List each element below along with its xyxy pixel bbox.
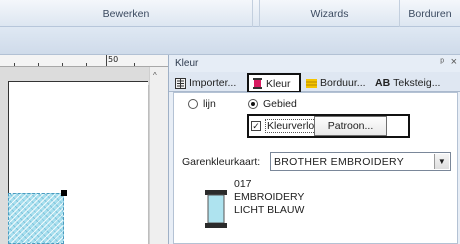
horizontal-ruler: 50: [0, 55, 168, 67]
tab-teksteig-label: Teksteig...: [393, 77, 441, 89]
thread-chart-label: Garenkleurkaart:: [182, 156, 261, 168]
ribbon: [0, 27, 460, 55]
tab-borduur[interactable]: Borduur...: [303, 74, 369, 92]
vertical-scrollbar[interactable]: ^: [149, 67, 168, 244]
scroll-up-icon[interactable]: ^: [153, 71, 157, 80]
text-ab-icon: AB: [375, 77, 391, 89]
gradient-checkbox[interactable]: ✓: [251, 121, 261, 131]
selection-handle[interactable]: [61, 190, 67, 196]
tab-borduur-label: Borduur...: [320, 77, 366, 89]
pin-icon[interactable]: ᵖ: [440, 57, 444, 68]
thread-spool-icon[interactable]: [205, 190, 227, 228]
menu-tab-borduren[interactable]: Borduren: [400, 0, 460, 27]
color-spool-icon: [252, 78, 263, 89]
radio-gebied-circle[interactable]: [248, 99, 258, 109]
radio-lijn-label: lijn: [203, 98, 216, 110]
radio-gebied-label: Gebied: [263, 98, 297, 110]
embroidery-icon: [306, 78, 317, 89]
radio-lijn[interactable]: lijn: [188, 98, 216, 110]
radio-lijn-circle[interactable]: [188, 99, 198, 109]
tab-kleur[interactable]: Kleur: [247, 73, 301, 93]
menu-tab-bewerken[interactable]: Bewerken: [0, 0, 253, 27]
close-icon[interactable]: ×: [451, 56, 457, 68]
import-icon: [175, 77, 186, 89]
thread-info: 017 EMBROIDERY LICHT BLAUW: [234, 178, 304, 217]
thread-code: 017: [234, 178, 252, 190]
tab-teksteig[interactable]: AB Teksteig...: [372, 74, 460, 92]
radio-gebied[interactable]: Gebied: [248, 98, 297, 110]
menu-bar: Bewerken Wizards Borduren: [0, 0, 460, 27]
thread-chart-select[interactable]: BROTHER EMBROIDERY ▼: [270, 152, 451, 171]
thread-chart-value: BROTHER EMBROIDERY: [274, 155, 405, 168]
chevron-down-icon[interactable]: ▼: [434, 154, 449, 169]
design-canvas[interactable]: 50 ^: [0, 55, 168, 244]
tab-importer-label: Importer...: [189, 77, 237, 89]
panel-tab-strip: Importer... Kleur Borduur... AB Teksteig…: [169, 72, 460, 93]
embroidery-area-pattern[interactable]: [8, 193, 64, 244]
ruler-label-50: 50: [108, 55, 119, 64]
color-panel: Kleur ᵖ × Importer... Kleur Borduur... A…: [168, 55, 460, 244]
thread-brand: EMBROIDERY: [234, 191, 305, 203]
panel-title: Kleur: [175, 58, 199, 69]
tab-importer[interactable]: Importer...: [172, 74, 244, 92]
panel-title-bar: Kleur ᵖ ×: [169, 55, 460, 72]
pattern-button[interactable]: Patroon...: [314, 116, 387, 136]
menu-tab-wizards[interactable]: Wizards: [259, 0, 400, 27]
thread-name: LICHT BLAUW: [234, 204, 305, 216]
panel-body: lijn Gebied ✓ Kleurverloop Patroon... Ga…: [173, 92, 458, 244]
tab-kleur-label: Kleur: [266, 77, 291, 90]
